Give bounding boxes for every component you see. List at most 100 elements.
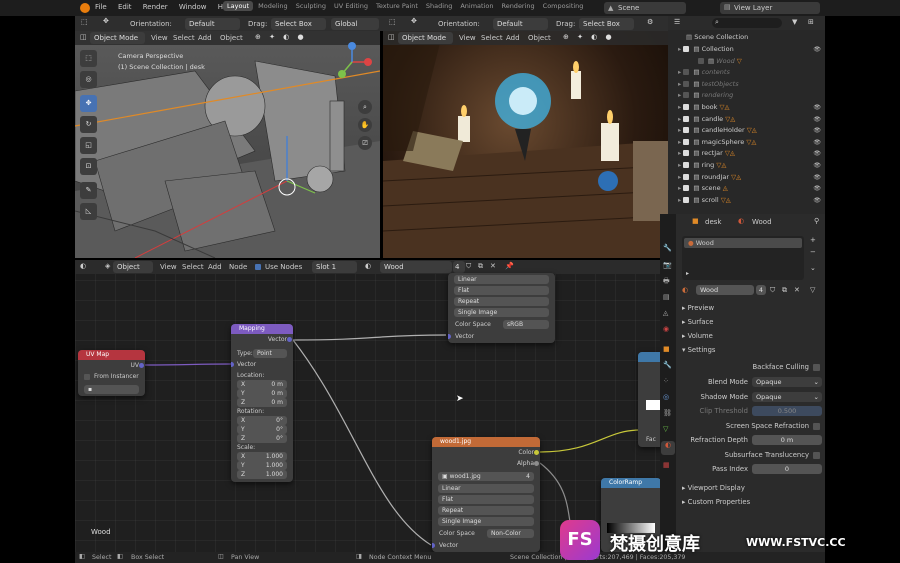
- material-slot-item[interactable]: ● Wood: [684, 238, 802, 248]
- outliner-item[interactable]: ▸ ▤ candle ▽◬ 👁: [668, 114, 825, 126]
- exclude-checkbox[interactable]: [683, 115, 690, 122]
- projection-dropdown[interactable]: Flat: [438, 495, 534, 504]
- rotation-x[interactable]: X 0°: [237, 416, 287, 425]
- navigation-gizmo[interactable]: [330, 40, 374, 84]
- source-dropdown[interactable]: Single Image: [438, 517, 534, 526]
- shader-type-icon[interactable]: ◈: [105, 262, 110, 270]
- select-tool-icon[interactable]: ⬚: [81, 18, 88, 26]
- mapping-vector-output-socket[interactable]: [287, 337, 292, 342]
- uv-map-selector[interactable]: ▪: [84, 385, 139, 394]
- exclude-checkbox[interactable]: [683, 185, 690, 192]
- image-file-field[interactable]: ▣ wood1.jpg 4: [438, 472, 534, 481]
- mode-dropdown-left[interactable]: Object Mode: [90, 32, 145, 44]
- exclude-checkbox[interactable]: [683, 173, 690, 180]
- exclude-checkbox[interactable]: [683, 104, 690, 110]
- select-tool-icon-right[interactable]: ⬚: [389, 18, 396, 26]
- unlink-material-icon[interactable]: ✕: [490, 262, 496, 270]
- menu-edit[interactable]: Edit: [118, 3, 132, 11]
- viewport-shading-icons[interactable]: ⊕ ✦ ◐ ●: [255, 33, 307, 41]
- exclude-checkbox[interactable]: [683, 127, 690, 134]
- tab-shading[interactable]: Shading: [426, 2, 452, 10]
- filter-icon[interactable]: ▼: [792, 18, 797, 26]
- tab-rendering[interactable]: Rendering: [501, 2, 534, 10]
- material-datablock-field[interactable]: Wood: [696, 285, 754, 295]
- menu-add-right[interactable]: Add: [506, 34, 520, 42]
- outliner-item[interactable]: ▸ ▤ candleHolder ▽◬ 👁: [668, 125, 825, 137]
- browse-material-icon[interactable]: ◐: [682, 286, 688, 294]
- uv-map-node[interactable]: UV Map UV From Instancer ▪: [78, 350, 145, 396]
- mapping-node[interactable]: Mapping Vector Type: Point Vector Locati…: [231, 324, 293, 482]
- particles-tab-icon[interactable]: ⁘: [663, 377, 669, 385]
- blender-logo-icon[interactable]: [80, 3, 90, 13]
- visibility-eye-icon[interactable]: 👁: [813, 183, 821, 195]
- constraints-tab-icon[interactable]: ⛓: [663, 409, 672, 417]
- vector-socket-top[interactable]: [448, 334, 451, 339]
- outliner-item[interactable]: ▸ ▤ rectJar ▽◬ 👁: [668, 148, 825, 160]
- tab-uv-editing[interactable]: UV Editing: [334, 2, 368, 10]
- shadow-mode-dropdown[interactable]: Opaque ⌄: [752, 392, 822, 402]
- tab-animation[interactable]: Animation: [460, 2, 493, 10]
- viewport-right[interactable]: [383, 31, 668, 258]
- options-icon[interactable]: ⚙: [647, 18, 653, 26]
- panel-viewport-display[interactable]: ▸ Viewport Display: [682, 484, 745, 492]
- material-slot-list[interactable]: ● Wood ▸: [682, 236, 804, 280]
- select-box-tool-icon[interactable]: ⬚: [80, 50, 97, 67]
- mode-dropdown-right[interactable]: Object Mode: [398, 32, 453, 44]
- pass-index-field[interactable]: 0: [752, 464, 822, 474]
- exclude-checkbox[interactable]: [683, 69, 690, 76]
- mapping-type-dropdown[interactable]: Point: [253, 349, 287, 358]
- new-collection-icon[interactable]: ⊞: [808, 18, 814, 26]
- view-layer-tab-icon[interactable]: ▤: [663, 293, 670, 301]
- fake-user-shield-icon[interactable]: ⛉: [770, 286, 775, 295]
- visibility-eye-icon[interactable]: 👁: [813, 160, 821, 172]
- subsurface-checkbox[interactable]: [813, 452, 820, 459]
- tab-sculpting[interactable]: Sculpting: [296, 2, 326, 10]
- visibility-eye-icon[interactable]: 👁: [813, 102, 821, 114]
- outliner-item[interactable]: ▸ ▤ scroll ▽◬ 👁: [668, 195, 825, 207]
- exclude-checkbox[interactable]: [683, 150, 690, 157]
- panel-preview[interactable]: ▸ Preview: [682, 304, 714, 312]
- drag-dropdown[interactable]: Select Box: [271, 18, 326, 30]
- tab-texture-paint[interactable]: Texture Paint: [376, 2, 418, 10]
- image-texture-node-top[interactable]: Linear Flat Repeat Single Image Color Sp…: [448, 273, 555, 343]
- menu-file[interactable]: File: [95, 3, 107, 11]
- tab-modeling[interactable]: Modeling: [258, 2, 288, 10]
- panel-volume[interactable]: ▸ Volume: [682, 332, 713, 340]
- exclude-checkbox[interactable]: [683, 162, 690, 168]
- menu-add-node[interactable]: Add: [208, 263, 222, 271]
- outliner-item[interactable]: ▸ ▤ magicSphere ▽◬ 👁: [668, 137, 825, 149]
- scale-tool-icon[interactable]: ◱: [80, 137, 97, 154]
- visibility-eye-icon[interactable]: 👁: [813, 172, 821, 184]
- pan-icon[interactable]: ✋: [358, 118, 372, 132]
- editor-type-icon[interactable]: ◫: [80, 33, 87, 41]
- tab-layout[interactable]: Layout: [223, 1, 254, 11]
- outliner-root[interactable]: ▤ Scene Collection: [668, 32, 825, 44]
- camera-view-icon[interactable]: ⎚: [358, 136, 372, 150]
- outliner-item[interactable]: ▸ ▤ Collection 👁: [668, 44, 825, 56]
- copy-material-icon[interactable]: ⧉: [478, 262, 483, 271]
- backface-culling-checkbox[interactable]: [813, 364, 820, 371]
- menu-select-left[interactable]: Select: [173, 34, 195, 42]
- outliner-item[interactable]: ▸ ▤ rendering: [668, 90, 825, 102]
- visibility-eye-icon[interactable]: 👁: [813, 114, 821, 126]
- interpolation-dropdown[interactable]: Linear: [438, 484, 534, 493]
- scene-selector[interactable]: ▲ Scene: [604, 2, 686, 14]
- link-mode-icon[interactable]: ▽: [810, 286, 815, 294]
- render-props-tab-icon[interactable]: 📷: [663, 261, 672, 269]
- outliner-item[interactable]: ▸ ▤ contents: [668, 67, 825, 79]
- menu-view-left[interactable]: View: [151, 34, 168, 42]
- menu-window[interactable]: Window: [179, 3, 207, 11]
- slot-specials-button[interactable]: ⌄: [810, 264, 816, 272]
- scale-y[interactable]: Y 1.000: [237, 461, 287, 470]
- world-tab-icon[interactable]: ◉: [663, 325, 669, 333]
- menu-object-right[interactable]: Object: [528, 34, 551, 42]
- material-users[interactable]: 4: [453, 261, 465, 273]
- texture-tab-icon[interactable]: ▦: [663, 461, 670, 469]
- menu-node[interactable]: Node: [229, 263, 247, 271]
- cursor-tool-icon[interactable]: ◎: [80, 71, 97, 88]
- location-z[interactable]: Z0 m: [237, 398, 287, 407]
- output-props-tab-icon[interactable]: 🖶: [663, 277, 670, 288]
- slot-expand-icon[interactable]: ▸: [686, 270, 689, 277]
- orientation-dropdown-right[interactable]: Default: [493, 18, 548, 30]
- panel-surface[interactable]: ▸ Surface: [682, 318, 713, 326]
